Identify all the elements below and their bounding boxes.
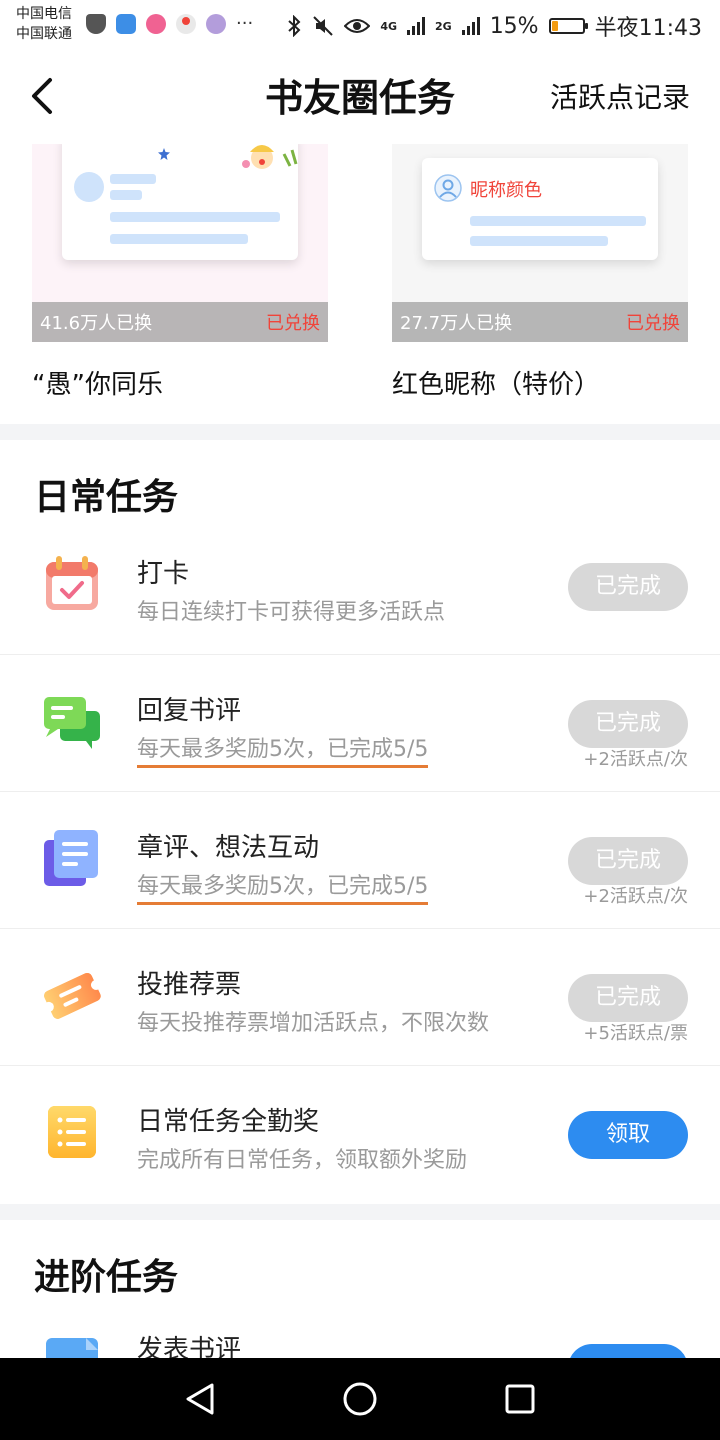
home-circle-icon[interactable]	[340, 1379, 380, 1419]
status-right: 4G 2G 15% 半夜11:43	[286, 10, 702, 42]
document-icon	[46, 1338, 98, 1358]
section-title: 日常任务	[34, 477, 179, 518]
task-reward-note: +5活跃点/票	[583, 1023, 688, 1044]
task-title: 章评、想法互动	[137, 833, 320, 863]
location-pin-icon	[176, 13, 196, 34]
task-completed-button[interactable]: 已完成	[568, 563, 688, 611]
network-type-1: 4G	[380, 19, 397, 33]
recent-apps-square-icon[interactable]	[500, 1379, 540, 1419]
task-reward-note: +2活跃点/次	[583, 749, 688, 770]
daily-tasks-section: 日常任务 打卡 每日连续打卡可获得更多活跃点 已完成 回复书评 每天最多奖励5次…	[0, 440, 720, 1204]
reward-card-2[interactable]: 昵称颜色 27.7万人已换 已兑换 红色昵称（特价）	[392, 144, 688, 401]
star-decoration-icon	[158, 148, 170, 160]
carrier-2: 中国联通	[16, 26, 72, 42]
camera-app-icon	[146, 13, 166, 34]
list-icon	[48, 1106, 96, 1158]
task-reward-note: +2活跃点/次	[583, 886, 688, 907]
reward-name: 红色昵称（特价）	[392, 370, 601, 400]
bluetooth-icon	[288, 15, 301, 37]
clown-decoration-icon	[242, 145, 298, 169]
network-type-2: 2G	[435, 19, 452, 33]
section-title: 进阶任务	[34, 1257, 179, 1298]
claim-reward-button[interactable]	[568, 1344, 688, 1358]
section-divider	[0, 424, 720, 440]
task-description: 每天最多奖励5次，已完成5/5	[137, 872, 429, 905]
task-completed-button[interactable]: 已完成	[568, 700, 688, 748]
shield-icon	[86, 13, 106, 34]
document-stack-icon	[44, 830, 98, 886]
reward-exchanged-badge: 已兑换	[626, 313, 680, 334]
user-avatar-icon	[434, 174, 462, 202]
ticket-icon	[43, 972, 101, 1019]
reward-exchange-count: 41.6万人已换	[40, 313, 153, 334]
task-row-full-attendance: 日常任务全勤奖 完成所有日常任务，领取额外奖励 领取	[0, 1066, 720, 1203]
more-notifications-icon: ···	[236, 13, 254, 34]
chat-bubbles-icon	[44, 697, 100, 749]
task-title: 日常任务全勤奖	[137, 1107, 320, 1137]
reward-stats-1: 41.6万人已换 已兑换	[32, 302, 328, 342]
task-description: 每天投推荐票增加活跃点，不限次数	[137, 1011, 490, 1036]
task-title: 回复书评	[137, 696, 242, 726]
task-description: 完成所有日常任务，领取额外奖励	[137, 1148, 468, 1173]
reward-exchanged-badge: 已兑换	[266, 313, 320, 334]
eye-icon	[344, 19, 371, 33]
reward-card-1[interactable]: 41.6万人已换 已兑换 “愚”你同乐	[32, 144, 328, 401]
task-description: 每日连续打卡可获得更多活跃点	[137, 600, 446, 625]
task-completed-button[interactable]: 已完成	[568, 974, 688, 1022]
task-row-checkin: 打卡 每日连续打卡可获得更多活跃点 已完成	[0, 518, 720, 655]
status-bar: 中国电信 中国联通 ··· 4G 2G 15% 半夜11:43	[0, 0, 720, 52]
clock: 半夜11:43	[594, 16, 702, 41]
signal-strength-icon-1	[407, 17, 425, 35]
task-row-chapter-comment: 章评、想法互动 每天最多奖励5次，已完成5/5 已完成 +2活跃点/次	[0, 792, 720, 929]
task-description: 每天最多奖励5次，已完成5/5	[137, 735, 429, 768]
signal-strength-icon-2	[461, 17, 480, 35]
activity-record-link[interactable]: 活跃点记录	[550, 80, 690, 116]
reward-preview-2: 昵称颜色 27.7万人已换 已兑换	[392, 144, 688, 342]
calendar-check-icon	[46, 556, 98, 610]
advanced-tasks-section: 进阶任务 发表书评	[0, 1220, 720, 1358]
battery-percent: 15%	[489, 13, 539, 39]
reward-stats-2: 27.7万人已换 已兑换	[392, 302, 688, 342]
section-divider	[0, 1204, 720, 1220]
task-title: 发表书评	[137, 1335, 242, 1358]
back-triangle-icon[interactable]	[180, 1379, 220, 1419]
security-app-icon	[116, 13, 136, 34]
notification-icons: ···	[86, 13, 253, 34]
reward-exchange-count: 27.7万人已换	[400, 313, 513, 334]
carrier-1: 中国电信	[16, 6, 72, 22]
reward-preview-1: 41.6万人已换 已兑换	[32, 144, 328, 342]
app-badge-icon	[206, 13, 226, 34]
mute-icon	[313, 16, 334, 36]
task-completed-button[interactable]: 已完成	[568, 837, 688, 885]
claim-reward-button[interactable]: 领取	[568, 1111, 688, 1159]
battery-icon	[548, 18, 588, 34]
task-row-recommend-ticket: 投推荐票 每天投推荐票增加活跃点，不限次数 已完成 +5活跃点/票	[0, 929, 720, 1066]
task-row-reply-review: 回复书评 每天最多奖励5次，已完成5/5 已完成 +2活跃点/次	[0, 655, 720, 792]
task-title: 投推荐票	[137, 970, 242, 1000]
reward-name: “愚”你同乐	[32, 370, 163, 400]
system-navigation-bar	[0, 1358, 720, 1440]
carrier-names: 中国电信 中国联通	[16, 4, 72, 44]
reward-shop-row: 41.6万人已换 已兑换 “愚”你同乐 昵称颜色 27.7万人已换 已兑换 红色…	[0, 144, 720, 424]
task-title: 打卡	[137, 559, 190, 589]
top-nav-bar: 书友圈任务 活跃点记录	[0, 52, 720, 144]
nickname-color-preview: 昵称颜色	[470, 180, 542, 201]
